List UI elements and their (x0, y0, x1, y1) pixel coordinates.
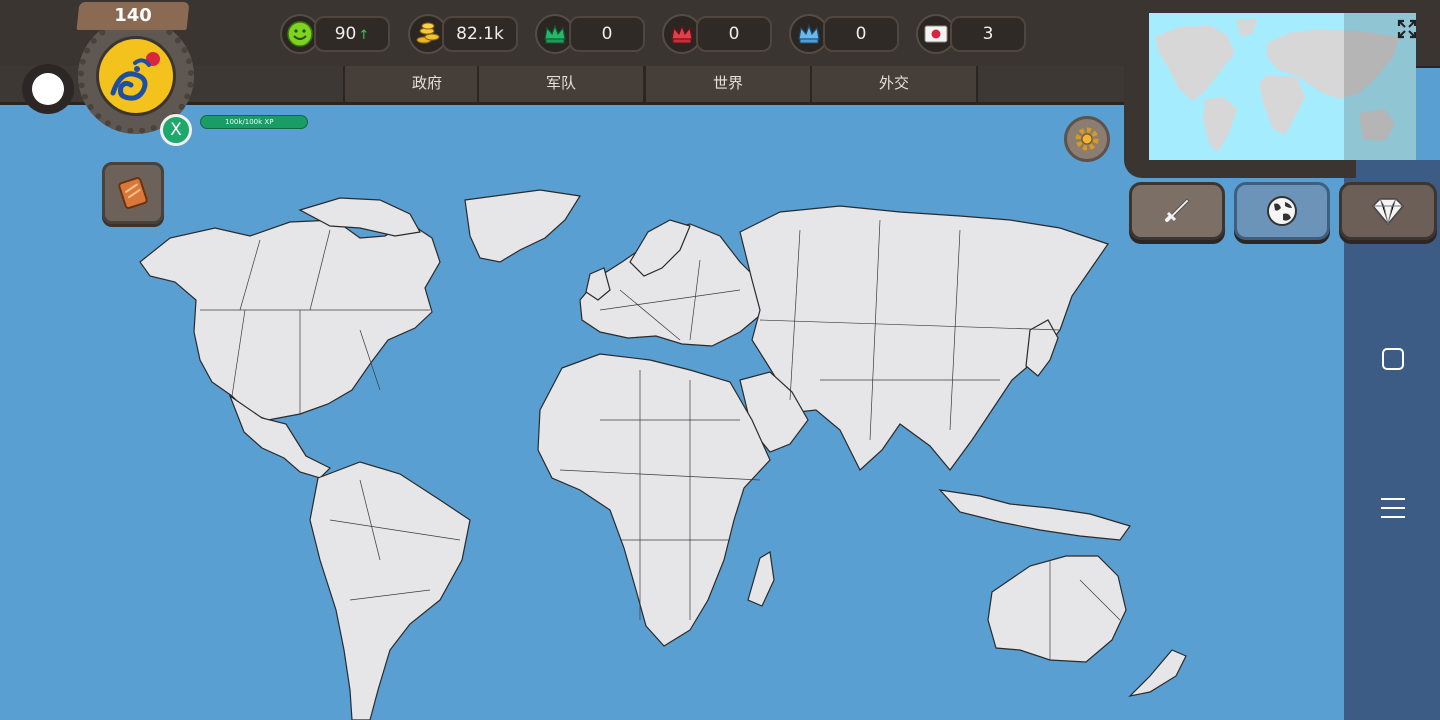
menu-toggle-button[interactable] (22, 64, 74, 114)
scroll-icon (118, 177, 148, 209)
tab-military[interactable]: 军队 (477, 66, 645, 102)
tab-diplomacy[interactable]: 外交 (810, 66, 978, 102)
menu-icon[interactable] (1381, 498, 1405, 518)
recent-apps-icon[interactable] (1382, 348, 1404, 370)
trend-up-icon: ↑ (358, 28, 370, 43)
system-nav-bar (1344, 242, 1440, 720)
xp-progress-bar: 100k/100k XP (200, 115, 308, 129)
red-crown-value: 0 (696, 16, 772, 52)
green-crown-value: 0 (569, 16, 645, 52)
shop-button[interactable] (1339, 182, 1437, 240)
blue-crown-value: 0 (823, 16, 899, 52)
south-america[interactable] (309, 461, 471, 720)
fullscreen-icon[interactable] (1397, 19, 1416, 39)
new-zealand[interactable] (1128, 649, 1187, 697)
qing-dragon-flag (96, 36, 176, 116)
settings-button[interactable] (1064, 116, 1110, 162)
australia[interactable] (987, 555, 1127, 663)
gear-icon (1075, 127, 1099, 151)
globe-icon (1267, 196, 1297, 226)
tab-world[interactable]: 世界 (644, 66, 812, 102)
war-button[interactable] (1129, 182, 1225, 240)
gold-value: 82.1k (442, 16, 518, 52)
minimap[interactable] (1149, 13, 1416, 160)
japan-value: 3 (950, 16, 1026, 52)
north-america[interactable] (139, 219, 441, 421)
level-banner: 140 (76, 2, 190, 30)
madagascar[interactable] (747, 551, 775, 607)
diamond-icon (1371, 198, 1405, 226)
white-dot-icon (32, 73, 64, 105)
africa[interactable] (537, 353, 771, 647)
happiness-value: 90 ↑ (314, 16, 390, 52)
world-view-button[interactable] (1234, 182, 1330, 240)
sword-icon (1165, 198, 1190, 222)
close-badge-button[interactable]: X (160, 114, 192, 146)
decree-scroll-button[interactable] (102, 162, 164, 224)
southeast-asia-islands[interactable] (938, 489, 1131, 541)
dragon-icon (110, 52, 160, 101)
greenland[interactable] (464, 189, 581, 263)
player-level: 140 (114, 5, 152, 26)
